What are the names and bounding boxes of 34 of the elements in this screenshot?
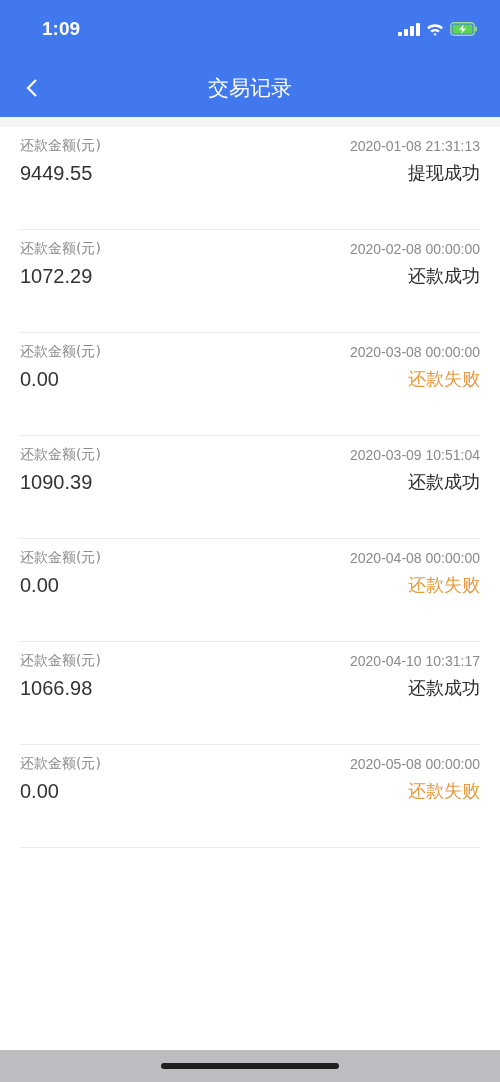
transaction-time: 2020-04-08 00:00:00 <box>350 550 480 566</box>
transaction-time: 2020-03-09 10:51:04 <box>350 447 480 463</box>
amount-label: 还款金额(元) <box>20 240 101 258</box>
amount-label: 还款金额(元) <box>20 446 101 464</box>
amount-label: 还款金额(元) <box>20 755 101 773</box>
amount-label: 还款金额(元) <box>20 549 101 567</box>
amount-label: 还款金额(元) <box>20 343 101 361</box>
amount-value: 1090.39 <box>20 470 93 494</box>
transaction-status: 还款失败 <box>408 573 480 597</box>
signal-icon <box>398 22 420 36</box>
amount-value: 0.00 <box>20 779 59 803</box>
transaction-status: 还款失败 <box>408 367 480 391</box>
transaction-time: 2020-05-08 00:00:00 <box>350 756 480 772</box>
transaction-status: 还款失败 <box>408 779 480 803</box>
amount-value: 9449.55 <box>20 161 93 185</box>
amount-value: 1072.29 <box>20 264 93 288</box>
transaction-status: 还款成功 <box>408 264 480 288</box>
amount-value: 1066.98 <box>20 676 93 700</box>
amount-value: 0.00 <box>20 367 59 391</box>
transaction-status: 提现成功 <box>408 161 480 185</box>
amount-label: 还款金额(元) <box>20 652 101 670</box>
amount-value: 0.00 <box>20 573 59 597</box>
amount-label: 还款金额(元) <box>20 137 101 155</box>
page-title: 交易记录 <box>208 74 292 102</box>
back-icon[interactable] <box>26 78 38 98</box>
transaction-status: 还款成功 <box>408 470 480 494</box>
status-time: 1:09 <box>42 18 81 40</box>
transaction-time: 2020-04-10 10:31:17 <box>350 653 480 669</box>
wifi-icon <box>426 22 444 36</box>
transaction-time: 2020-01-08 21:31:13 <box>350 138 480 154</box>
transaction-status: 还款成功 <box>408 676 480 700</box>
transaction-time: 2020-03-08 00:00:00 <box>350 344 480 360</box>
transaction-time: 2020-02-08 00:00:00 <box>350 241 480 257</box>
battery-charging-icon <box>450 22 478 36</box>
